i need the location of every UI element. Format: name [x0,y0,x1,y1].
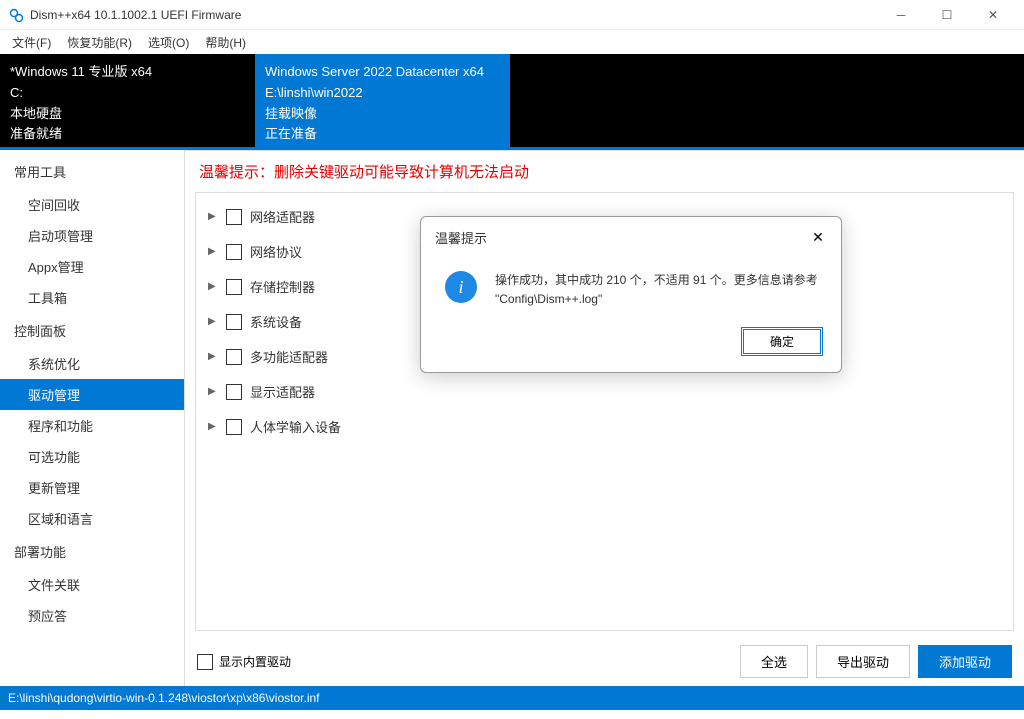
statusbar: E:\linshi\qudong\virtio-win-0.1.248\vios… [0,686,1024,710]
minimize-button[interactable]: ─ [878,0,924,30]
os-card-status: 准备就绪 [10,124,245,145]
titlebar-text: Dism++x64 10.1.1002.1 UEFI Firmware [30,8,878,22]
menubar: 文件(F) 恢复功能(R) 选项(O) 帮助(H) [0,30,1024,54]
dialog-title: 温馨提示 [435,228,803,247]
checkbox[interactable] [226,384,242,400]
os-card-windows11[interactable]: *Windows 11 专业版 x64 C: 本地硬盘 准备就绪 [0,54,255,147]
tree-label: 人体学输入设备 [250,417,341,436]
sidebar-item-appx[interactable]: Appx管理 [0,251,184,282]
sidebar-item-system-opt[interactable]: 系统优化 [0,348,184,379]
os-card-path: E:\linshi\win2022 [265,83,500,104]
dialog-ok-button[interactable]: 确定 [741,327,823,356]
os-card-name: Windows Server 2022 Datacenter x64 [265,62,500,83]
tree-label: 多功能适配器 [250,347,328,366]
checkbox[interactable] [226,419,242,435]
chevron-right-icon[interactable]: ▶ [208,281,218,292]
tree-label: 显示适配器 [250,382,315,401]
dialog-close-button[interactable]: ✕ [803,225,833,249]
os-card-path: C: [10,83,245,104]
show-builtin-label: 显示内置驱动 [219,653,291,670]
window-controls: ─ ☐ ✕ [878,0,1016,30]
sidebar-item-startup[interactable]: 启动项管理 [0,220,184,251]
export-driver-button[interactable]: 导出驱动 [816,645,910,678]
checkbox[interactable] [226,244,242,260]
checkbox[interactable] [226,279,242,295]
menu-file[interactable]: 文件(F) [4,32,59,53]
tree-item-hid[interactable]: ▶ 人体学输入设备 [196,409,1013,444]
menu-recovery[interactable]: 恢复功能(R) [59,32,140,53]
sidebar-item-region[interactable]: 区域和语言 [0,503,184,534]
os-card-status: 正在准备 [265,124,500,145]
add-driver-button[interactable]: 添加驱动 [918,645,1012,678]
sidebar: 常用工具 空间回收 启动项管理 Appx管理 工具箱 控制面板 系统优化 驱动管… [0,150,185,686]
sidebar-item-optional[interactable]: 可选功能 [0,441,184,472]
os-card-type: 本地硬盘 [10,104,245,125]
sidebar-item-pre-answer[interactable]: 预应答 [0,600,184,631]
warning-text: 温馨提示：删除关键驱动可能导致计算机无法启动 [185,151,1024,192]
dialog-footer: 确定 [421,319,841,372]
dialog: 温馨提示 ✕ i 操作成功，其中成功 210 个，不适用 91 个。更多信息请参… [420,216,842,373]
tree-label: 网络适配器 [250,207,315,226]
sidebar-header-control-panel: 控制面板 [0,313,184,348]
menu-options[interactable]: 选项(O) [140,32,197,53]
sidebar-item-driver-mgmt[interactable]: 驱动管理 [0,379,184,410]
dialog-header: 温馨提示 ✕ [421,217,841,257]
show-builtin-checkbox-wrap[interactable]: 显示内置驱动 [197,653,732,670]
dialog-message: 操作成功，其中成功 210 个，不适用 91 个。更多信息请参考 "Config… [495,271,821,309]
tree-label: 系统设备 [250,312,302,331]
tree-label: 网络协议 [250,242,302,261]
chevron-right-icon[interactable]: ▶ [208,421,218,432]
checkbox[interactable] [226,209,242,225]
chevron-right-icon[interactable]: ▶ [208,211,218,222]
chevron-right-icon[interactable]: ▶ [208,316,218,327]
chevron-right-icon[interactable]: ▶ [208,351,218,362]
menu-help[interactable]: 帮助(H) [197,32,254,53]
sidebar-header-deploy: 部署功能 [0,534,184,569]
sidebar-item-space-cleanup[interactable]: 空间回收 [0,189,184,220]
sidebar-item-programs[interactable]: 程序和功能 [0,410,184,441]
app-icon [8,7,24,23]
checkbox[interactable] [197,654,213,670]
checkbox[interactable] [226,314,242,330]
close-button[interactable]: ✕ [970,0,1016,30]
bottom-bar: 显示内置驱动 全选 导出驱动 添加驱动 [185,637,1024,686]
chevron-right-icon[interactable]: ▶ [208,246,218,257]
sidebar-item-file-assoc[interactable]: 文件关联 [0,569,184,600]
tree-label: 存储控制器 [250,277,315,296]
os-selector: *Windows 11 专业版 x64 C: 本地硬盘 准备就绪 Windows… [0,54,1024,150]
chevron-right-icon[interactable]: ▶ [208,386,218,397]
info-icon: i [445,271,477,303]
dialog-body: i 操作成功，其中成功 210 个，不适用 91 个。更多信息请参考 "Conf… [421,257,841,319]
os-card-server2022[interactable]: Windows Server 2022 Datacenter x64 E:\li… [255,54,510,147]
titlebar: Dism++x64 10.1.1002.1 UEFI Firmware ─ ☐ … [0,0,1024,30]
os-card-type: 挂载映像 [265,104,500,125]
maximize-button[interactable]: ☐ [924,0,970,30]
os-card-name: *Windows 11 专业版 x64 [10,62,245,83]
sidebar-item-toolbox[interactable]: 工具箱 [0,282,184,313]
checkbox[interactable] [226,349,242,365]
sidebar-item-updates[interactable]: 更新管理 [0,472,184,503]
statusbar-text: E:\linshi\qudong\virtio-win-0.1.248\vios… [8,691,320,705]
tree-item-display-adapter[interactable]: ▶ 显示适配器 [196,374,1013,409]
select-all-button[interactable]: 全选 [740,645,808,678]
sidebar-header-common-tools: 常用工具 [0,154,184,189]
